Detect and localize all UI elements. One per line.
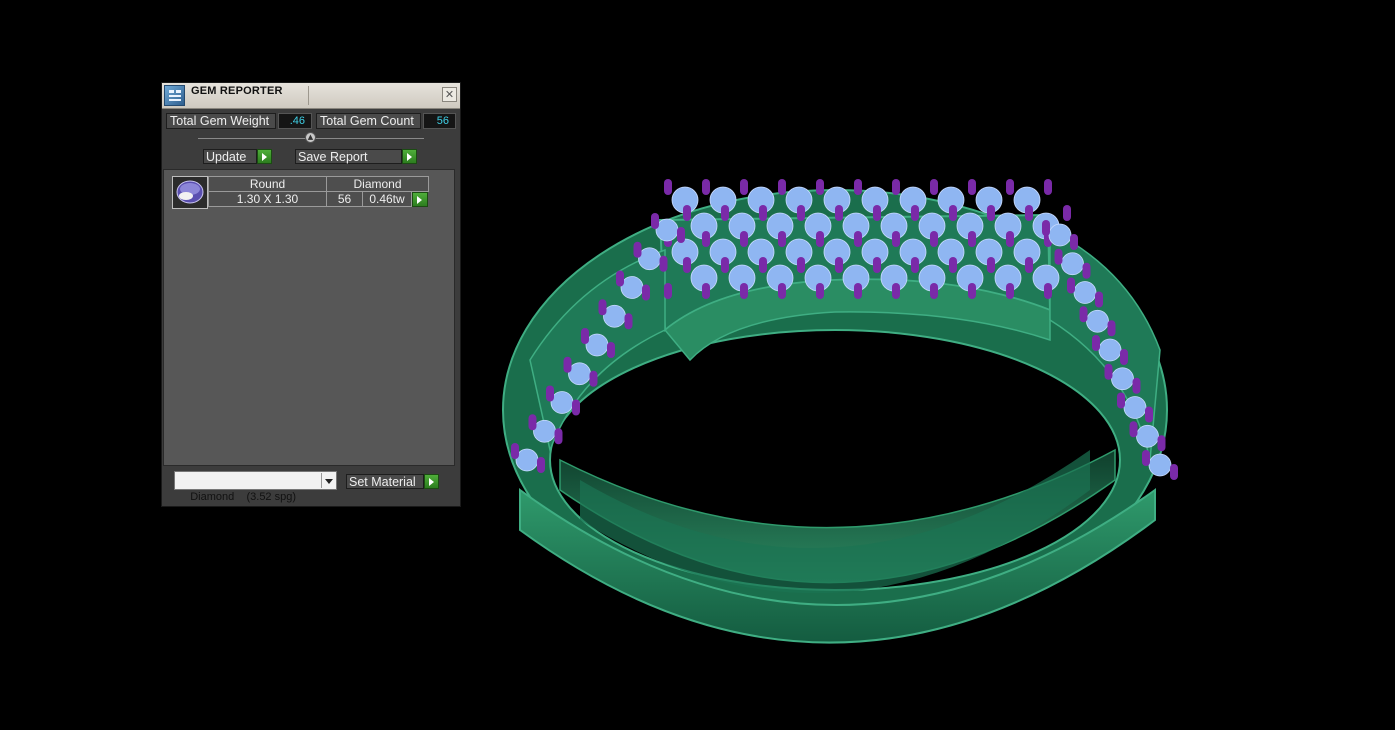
update-button[interactable]: Update [203,149,257,164]
slider-handle[interactable]: ▲ [305,132,316,143]
total-gem-count-value: 56 [423,113,456,129]
save-report-go-button[interactable] [402,149,417,164]
gem-list: Round Diamond 1.30 X 1.30 56 0.46tw [163,169,455,466]
gem-material-header: Diamond [326,176,429,192]
close-button[interactable]: ✕ [442,87,457,102]
gem-size-cell: 1.30 X 1.30 [208,191,327,207]
total-gem-weight-value: .46 [278,113,312,129]
gem-reporter-panel: GEM REPORTER ✕ Total Gem Weight .46 Tota… [161,82,461,507]
update-go-button[interactable] [257,149,272,164]
ring-3d-viewport[interactable] [490,160,1210,660]
save-report-button[interactable]: Save Report [295,149,402,164]
set-material-go-button[interactable] [424,474,439,489]
gem-count-cell: 56 [326,191,363,207]
gem-row-go-button[interactable] [412,192,428,207]
set-material-button[interactable]: Set Material [346,474,424,489]
title-divider [308,86,309,105]
total-gem-weight-label: Total Gem Weight [166,113,276,129]
material-selected-value: Diamond (3.52 spg) [190,491,297,503]
gem-shape-header: Round [208,176,327,192]
title-bar[interactable]: GEM REPORTER ✕ [162,83,460,109]
gem-reporter-app-icon [164,85,185,106]
total-gem-count-label: Total Gem Count [316,113,421,129]
material-dropdown[interactable]: Diamond (3.52 spg) [174,471,337,503]
gem-weight-cell: 0.46tw [362,191,412,207]
round-gem-thumbnail-icon[interactable] [172,176,208,209]
chevron-down-icon[interactable] [321,473,335,488]
window-title: GEM REPORTER [191,85,283,97]
